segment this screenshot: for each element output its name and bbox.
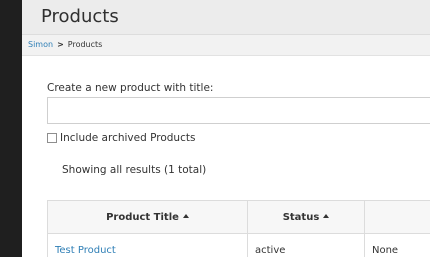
- include-archived-row[interactable]: Include archived Products: [47, 131, 195, 145]
- include-archived-label[interactable]: Include archived Products: [60, 132, 195, 144]
- results-summary: Showing all results (1 total): [62, 164, 207, 176]
- products-panel: Products Simon > Products Create a new pro…: [22, 0, 430, 257]
- column-header-empty: [364, 200, 430, 234]
- breadcrumb-item-products: Products: [67, 40, 103, 49]
- column-header-status[interactable]: Status: [247, 200, 365, 234]
- product-title-cell: Test Product: [47, 233, 248, 257]
- column-header-label[interactable]: Status: [283, 212, 320, 223]
- breadcrumb-item-simon[interactable]: Simon: [28, 40, 53, 49]
- breadcrumb-separator: >: [57, 40, 64, 49]
- page-header: Products: [22, 0, 430, 35]
- product-title-input[interactable]: [47, 97, 430, 124]
- product-title-link[interactable]: Test Product: [55, 245, 116, 256]
- column-header-label[interactable]: Product Title: [106, 212, 179, 223]
- breadcrumb: Simon > Products: [22, 35, 430, 56]
- products-table: Product Title Status Test Product active…: [47, 200, 430, 257]
- include-archived-checkbox[interactable]: [47, 133, 57, 143]
- create-product-label: Create a new product with title:: [47, 82, 214, 94]
- sort-asc-icon[interactable]: [182, 213, 189, 218]
- column-header-product-title[interactable]: Product Title: [47, 200, 248, 234]
- status-cell: active: [247, 233, 365, 257]
- table-header-row: Product Title Status: [47, 200, 430, 234]
- page-title: Products: [41, 6, 119, 27]
- extra-cell: None: [364, 233, 430, 257]
- table-row: Test Product active None: [47, 233, 430, 257]
- sort-asc-icon[interactable]: [323, 213, 330, 218]
